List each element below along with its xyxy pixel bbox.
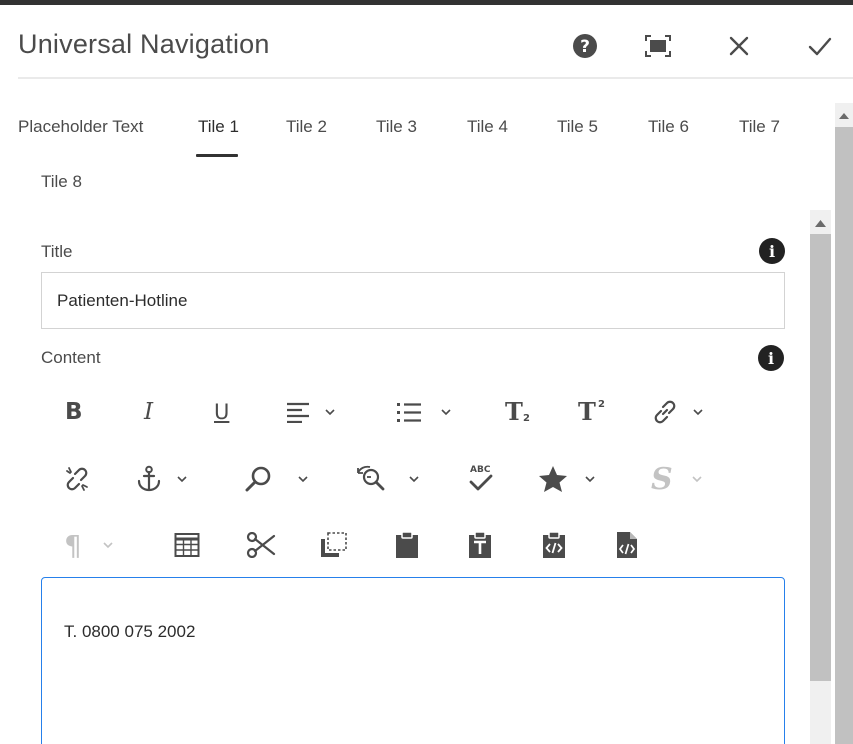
help-button[interactable]: ?	[569, 30, 601, 62]
find-replace-button[interactable]	[356, 459, 420, 499]
chevron-down-icon	[177, 476, 187, 483]
chevron-down-icon	[693, 409, 703, 416]
table-button[interactable]	[174, 525, 200, 565]
active-tab-indicator	[196, 154, 238, 157]
checkmark-icon	[808, 37, 832, 56]
copy-button[interactable]	[320, 525, 348, 565]
tab-tile-8[interactable]: Tile 8	[41, 172, 82, 192]
spellcheck-icon: ABC	[466, 464, 496, 494]
scrollbar-thumb[interactable]	[835, 127, 853, 744]
align-icon	[287, 402, 309, 423]
svg-text:?: ?	[580, 37, 590, 57]
content-info-icon[interactable]: i	[758, 345, 784, 371]
tab-list: Placeholder Text Tile 1 Tile 2 Tile 3 Ti…	[18, 104, 818, 158]
content-editor[interactable]: T. 0800 075 2002	[41, 577, 785, 744]
bold-icon: B	[65, 399, 83, 425]
styles-icon: S	[651, 461, 673, 497]
close-icon	[729, 36, 749, 56]
list-icon	[397, 403, 421, 422]
find-button[interactable]	[245, 459, 309, 499]
chevron-down-icon	[441, 409, 451, 416]
copy-icon	[321, 532, 347, 557]
paste-html-icon	[543, 531, 565, 558]
anchor-button[interactable]	[136, 459, 188, 499]
tab-tile-1[interactable]: Tile 1	[198, 117, 239, 137]
unlink-button[interactable]	[63, 459, 91, 499]
help-icon: ?	[573, 34, 597, 58]
paste-text-button[interactable]	[468, 525, 492, 565]
bold-button[interactable]: B	[65, 392, 83, 432]
source-edit-icon	[617, 532, 637, 558]
tab-tile-7[interactable]: Tile 7	[739, 117, 780, 137]
tab-placeholder-text[interactable]: Placeholder Text	[18, 117, 143, 137]
subscript-button[interactable]: T 2	[505, 392, 533, 432]
find-replace-icon	[357, 465, 385, 491]
paste-button[interactable]	[395, 525, 419, 565]
tab-tile-3[interactable]: Tile 3	[376, 117, 417, 137]
title-label: Title	[41, 242, 73, 261]
dialog-scrollbar[interactable]	[835, 103, 853, 744]
chevron-down-icon	[298, 476, 308, 483]
align-button[interactable]	[286, 392, 336, 432]
scroll-up-arrow-icon[interactable]	[835, 105, 853, 127]
paragraph-format-icon: ¶	[64, 528, 82, 562]
close-button[interactable]	[723, 30, 755, 62]
list-button[interactable]	[396, 392, 452, 432]
link-icon	[654, 400, 676, 424]
chevron-down-icon	[325, 409, 335, 416]
spellcheck-button[interactable]: ABC	[466, 459, 496, 499]
cut-button[interactable]	[246, 525, 276, 565]
anchor-icon	[137, 465, 161, 492]
special-chars-button[interactable]	[538, 459, 596, 499]
unlink-icon	[66, 467, 88, 491]
panel-scrollbar[interactable]	[810, 210, 831, 744]
paste-html-button[interactable]	[542, 525, 566, 565]
title-info-icon[interactable]: i	[759, 238, 785, 264]
panel-scroll-up-arrow-icon[interactable]	[810, 212, 831, 234]
superscript-button[interactable]: T 2	[578, 392, 606, 432]
find-icon	[245, 466, 271, 492]
special-chars-icon	[539, 466, 567, 492]
table-icon	[174, 533, 200, 557]
dialog-title: Universal Navigation	[18, 29, 270, 59]
italic-button[interactable]: I	[144, 392, 153, 432]
chevron-down-icon	[103, 542, 113, 549]
cut-icon	[246, 532, 276, 558]
paste-text-icon	[469, 531, 491, 558]
styles-button[interactable]: S	[651, 459, 703, 499]
chevron-down-icon	[585, 476, 595, 483]
fullscreen-icon	[645, 35, 671, 57]
content-label: Content	[41, 348, 101, 367]
title-input[interactable]	[41, 272, 785, 329]
link-button[interactable]	[652, 392, 704, 432]
superscript-icon: T 2	[578, 397, 605, 426]
paragraph-format-button[interactable]: ¶	[64, 525, 114, 565]
tab-tile-5[interactable]: Tile 5	[557, 117, 598, 137]
editor-paragraph[interactable]: T. 0800 075 2002	[64, 622, 762, 642]
chevron-down-icon	[409, 476, 419, 483]
panel-scrollbar-thumb[interactable]	[810, 234, 831, 681]
underline-button[interactable]: U	[214, 392, 229, 432]
underline-icon: U	[214, 400, 230, 424]
tab-tile-6[interactable]: Tile 6	[648, 117, 689, 137]
tab-tile-4[interactable]: Tile 4	[467, 117, 508, 137]
paste-icon	[396, 531, 418, 558]
subscript-icon: T 2	[505, 397, 530, 426]
done-button[interactable]	[804, 30, 836, 62]
source-edit-button[interactable]	[616, 525, 638, 565]
chevron-down-icon	[692, 476, 702, 483]
dialog-header: Universal Navigation ?	[18, 5, 853, 79]
tab-tile-2[interactable]: Tile 2	[286, 117, 327, 137]
italic-icon: I	[144, 399, 154, 425]
fullscreen-button[interactable]	[642, 30, 674, 62]
